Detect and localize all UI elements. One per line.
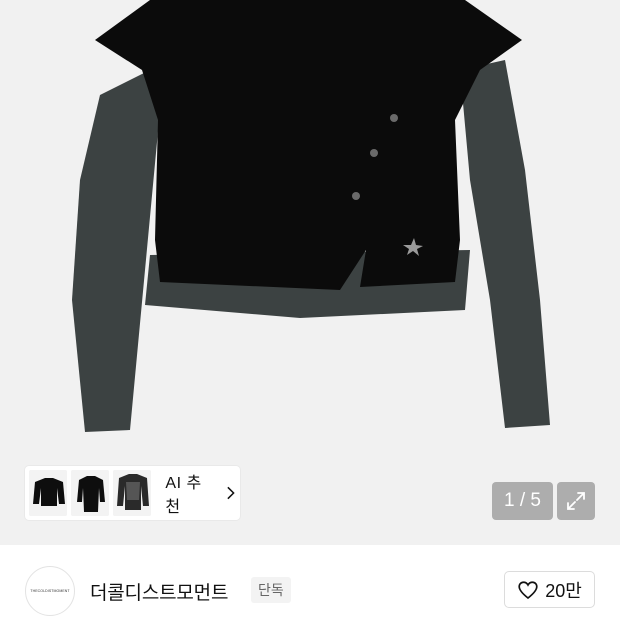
pager-current: 1 (504, 490, 515, 511)
brand-logo[interactable]: THECOLDISTMOMENT (25, 566, 75, 616)
heart-icon (518, 580, 538, 599)
like-count: 20만 (545, 580, 582, 601)
ai-recommend-thumbnail (71, 470, 110, 516)
pager-total: 5 (530, 490, 541, 511)
ai-recommend-thumbnail (113, 470, 152, 516)
ai-recommend-thumbnail (29, 470, 68, 516)
like-button[interactable]: 20만 (504, 571, 595, 608)
ai-recommend-button[interactable]: AI 추천 (25, 466, 240, 520)
chevron-right-icon (226, 486, 235, 500)
expand-icon (567, 492, 585, 510)
brand-logo-text: THECOLDISTMOMENT (30, 589, 70, 593)
exclusive-badge: 단독 (251, 577, 291, 603)
expand-button[interactable] (557, 482, 595, 520)
pager-separator: / (514, 490, 531, 511)
product-image[interactable] (0, 0, 620, 545)
brand-name[interactable]: 더콜디스트모먼트 (90, 578, 228, 605)
ai-recommend-label: AI 추천 (165, 475, 202, 516)
image-pager: 1 / 5 (492, 482, 553, 520)
product-image-gallery[interactable]: AI 추천 1 / 5 (0, 0, 620, 545)
